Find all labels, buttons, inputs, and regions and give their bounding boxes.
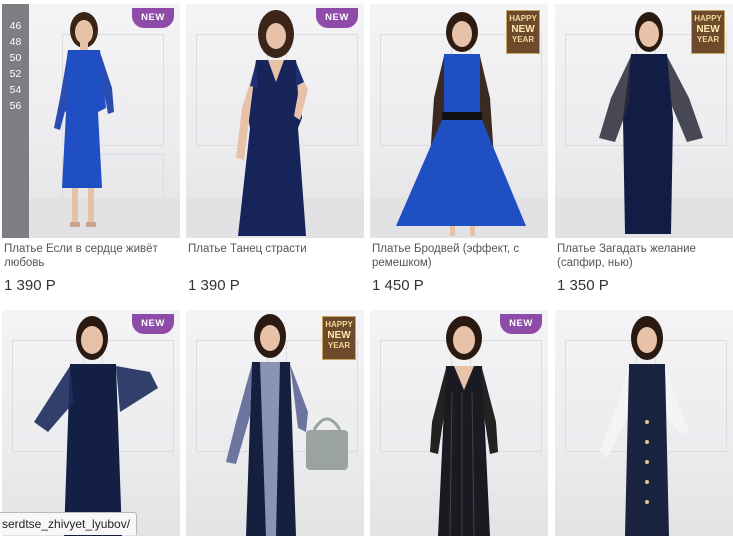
size-option[interactable]: 46: [2, 18, 29, 34]
product-name[interactable]: Платье Танец страсти: [188, 242, 362, 256]
product-price: 1 350 Р: [557, 277, 609, 294]
product-card[interactable]: 46 48 50 52 54 56 NEW Платье Если в серд…: [2, 4, 180, 304]
model-figure: [599, 316, 689, 536]
size-option[interactable]: 50: [2, 50, 29, 66]
model-figure: [34, 316, 158, 536]
product-photo[interactable]: HAPPY NEW YEAR: [186, 310, 364, 536]
happy-new-year-badge: HAPPY NEW YEAR: [322, 316, 356, 360]
new-badge: NEW: [500, 314, 542, 334]
new-badge: NEW: [132, 8, 174, 28]
product-card[interactable]: HAPPY NEW YEAR: [186, 310, 364, 536]
product-grid: 46 48 50 52 54 56 NEW Платье Если в серд…: [0, 0, 733, 536]
model-figure: [430, 316, 498, 536]
status-url-bar: serdtse_zhivyet_lyubov/: [0, 512, 138, 535]
product-card[interactable]: NEW: [370, 310, 548, 536]
product-photo[interactable]: NEW: [2, 310, 180, 536]
size-option[interactable]: 54: [2, 82, 29, 98]
product-photo[interactable]: NEW: [370, 310, 548, 536]
product-photo[interactable]: HAPPY NEW YEAR: [370, 4, 548, 238]
product-photo[interactable]: NEW: [186, 4, 364, 238]
product-name[interactable]: Платье Бродвей (эффект, с ремешком): [372, 242, 546, 270]
product-card[interactable]: HAPPY NEW YEAR Платье Бродвей (эффект, с…: [370, 4, 548, 304]
product-price: 1 390 Р: [188, 277, 240, 294]
happy-new-year-badge: HAPPY NEW YEAR: [691, 10, 725, 54]
product-photo[interactable]: 46 48 50 52 54 56 NEW: [2, 4, 180, 238]
model-figure: [236, 10, 308, 236]
product-photo[interactable]: HAPPY NEW YEAR: [555, 4, 733, 238]
new-badge: NEW: [316, 8, 358, 28]
happy-new-year-badge: HAPPY NEW YEAR: [506, 10, 540, 54]
model-figure: [54, 12, 114, 227]
size-list: 46 48 50 52 54 56: [2, 4, 29, 238]
product-photo[interactable]: [555, 310, 733, 536]
product-name[interactable]: Платье Загадать желание (сапфир, нью): [557, 242, 731, 270]
product-name[interactable]: Платье Если в сердце живёт любовь: [4, 242, 178, 270]
size-option[interactable]: 56: [2, 98, 29, 114]
size-option[interactable]: 48: [2, 34, 29, 50]
product-card[interactable]: NEW Платье Танец страсти 1 390 Р: [186, 4, 364, 304]
new-badge: NEW: [132, 314, 174, 334]
product-card[interactable]: NEW: [2, 310, 180, 536]
product-card[interactable]: HAPPY NEW YEAR Платье Загадать желание (…: [555, 4, 733, 304]
product-price: 1 450 Р: [372, 277, 424, 294]
size-option[interactable]: 52: [2, 66, 29, 82]
product-card[interactable]: [555, 310, 733, 536]
product-price: 1 390 Р: [4, 277, 56, 294]
